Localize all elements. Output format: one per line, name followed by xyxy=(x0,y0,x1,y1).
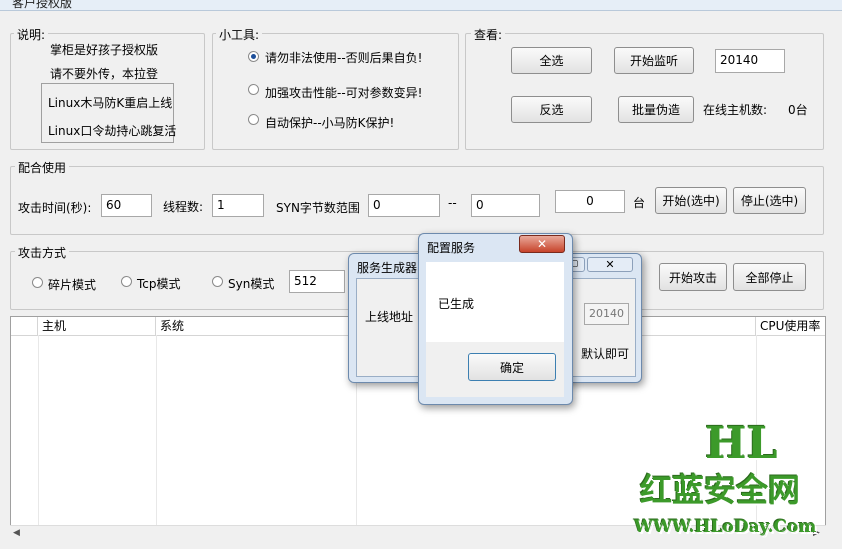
column-system[interactable]: 系统 xyxy=(156,317,356,335)
syn-range-from-input[interactable]: 0 xyxy=(368,194,440,217)
combo-legend: 配合使用 xyxy=(15,159,70,176)
online-address-label: 上线地址 xyxy=(365,310,414,324)
config-dialog-message: 已生成 xyxy=(438,297,475,311)
online-hosts-label: 在线主机数: xyxy=(703,103,768,117)
info-box-line-1: Linux木马防K重启上线 xyxy=(48,96,173,110)
stop-all-button[interactable]: 全部停止 xyxy=(733,263,806,291)
ok-button[interactable]: 确定 xyxy=(468,353,556,381)
mode-fragment-label[interactable]: 碎片模式 xyxy=(48,276,96,293)
host-count-input[interactable]: 0 xyxy=(555,190,625,213)
grid-line xyxy=(38,335,39,539)
start-selected-button[interactable]: 开始(选中) xyxy=(655,187,727,214)
invert-selection-button[interactable]: 反选 xyxy=(511,96,592,123)
online-hosts-count: 0台 xyxy=(788,103,808,117)
grid-line xyxy=(156,335,157,539)
tools-option-3-radio[interactable] xyxy=(248,114,259,125)
config-dialog-close-icon[interactable]: ✕ xyxy=(519,235,565,253)
mode-tcp-label[interactable]: Tcp模式 xyxy=(137,275,181,292)
tools-option-2-label[interactable]: 加强攻击性能--可对参数变异! xyxy=(265,84,422,101)
config-dialog-button-area: 确定 xyxy=(426,342,564,397)
watermark-url: WWW.HLoDay.Com xyxy=(634,517,817,537)
stop-selected-button[interactable]: 停止(选中) xyxy=(733,187,806,214)
window-title-bar: 客户授权版 xyxy=(0,0,842,11)
attack-time-label: 攻击时间(秒): xyxy=(18,201,92,215)
window-title: 客户授权版 xyxy=(12,0,73,10)
watermark-site-name: 红蓝安全网 xyxy=(640,471,801,509)
select-all-button[interactable]: 全选 xyxy=(511,47,592,74)
attack-legend: 攻击方式 xyxy=(15,244,70,261)
info-line-1: 掌柜是好孩子授权版 xyxy=(50,43,159,57)
attack-time-input[interactable]: 60 xyxy=(101,194,152,217)
config-dialog-title: 配置服务 xyxy=(427,241,476,255)
watermark-logo-text: HL xyxy=(705,418,778,469)
listen-port-input[interactable]: 20140 xyxy=(715,49,785,73)
info-line-2: 请不要外传，本拉登 xyxy=(50,67,159,81)
column-host[interactable]: 主机 xyxy=(38,317,156,335)
tools-legend: 小工具: xyxy=(216,26,263,43)
info-box-line-2: Linux口令劫持心跳复活 xyxy=(48,124,177,138)
threads-input[interactable]: 1 xyxy=(212,194,264,217)
host-count-unit: 台 xyxy=(633,196,646,210)
service-builder-close-icon[interactable]: ✕ xyxy=(587,257,633,272)
batch-fake-button[interactable]: 批量伪造 xyxy=(618,96,694,123)
syn-range-label: SYN字节数范围 xyxy=(276,201,360,215)
mode-syn-radio[interactable] xyxy=(212,276,223,287)
syn-range-to-input[interactable]: 0 xyxy=(471,194,540,217)
service-builder-title: 服务生成器 xyxy=(357,261,418,275)
column-cpu[interactable]: CPU使用率 xyxy=(756,317,825,335)
view-legend: 查看: xyxy=(471,26,506,43)
config-service-dialog: 配置服务 ✕ 已生成 确定 xyxy=(418,233,573,405)
tools-option-1-radio[interactable] xyxy=(248,51,259,62)
mode-fragment-radio[interactable] xyxy=(32,277,43,288)
scroll-left-icon[interactable]: ◀ xyxy=(13,528,20,538)
info-legend: 说明: xyxy=(14,26,49,43)
tools-option-2-radio[interactable] xyxy=(248,84,259,95)
mode-syn-label[interactable]: Syn模式 xyxy=(228,275,274,292)
start-attack-button[interactable]: 开始攻击 xyxy=(659,263,727,291)
tools-option-1-label[interactable]: 请勿非法使用--否则后果自负! xyxy=(265,49,422,66)
packet-size-input[interactable]: 512 xyxy=(289,270,345,293)
start-listen-button[interactable]: 开始监听 xyxy=(614,47,694,74)
syn-range-dash: -- xyxy=(448,196,457,210)
mode-tcp-radio[interactable] xyxy=(121,276,132,287)
column-check[interactable] xyxy=(11,317,38,335)
config-dialog-message-area: 已生成 xyxy=(426,262,564,342)
tools-option-3-label[interactable]: 自动保护--小马防K保护! xyxy=(265,114,394,131)
threads-label: 线程数: xyxy=(163,200,204,214)
default-hint-label: 默认即可 xyxy=(581,347,630,361)
service-port-input[interactable]: 20140 xyxy=(584,303,629,325)
